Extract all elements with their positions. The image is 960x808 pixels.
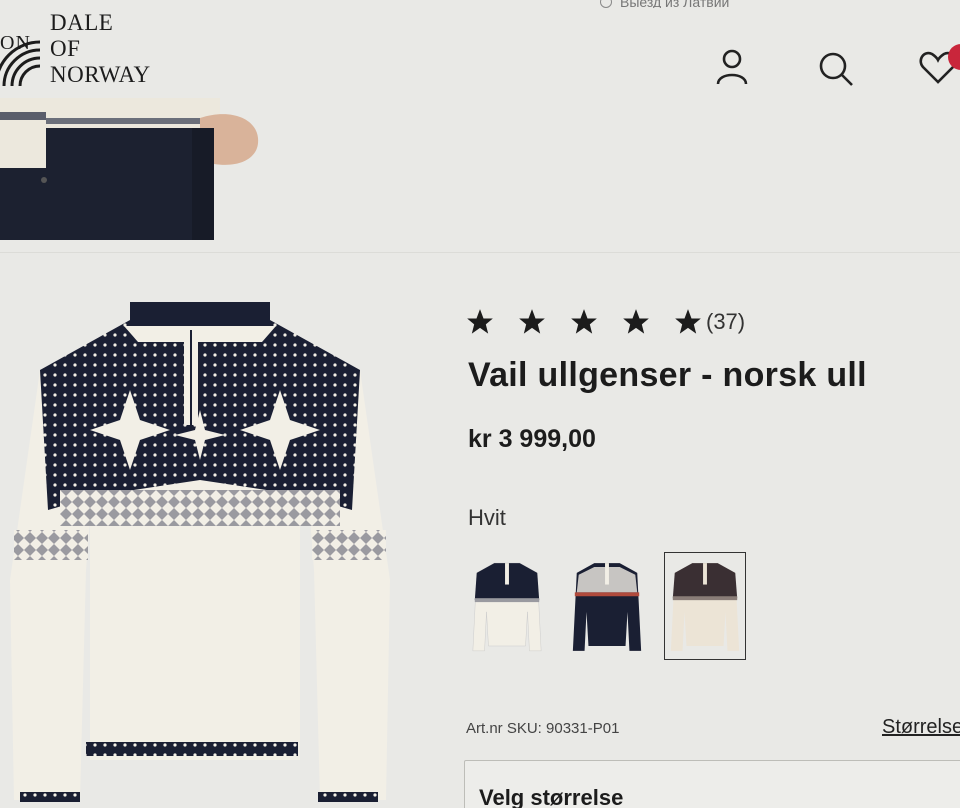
- product-rating[interactable]: (37): [466, 306, 745, 338]
- site-header: ON DALE OF NORWAY: [0, 0, 960, 98]
- star-icon: [675, 309, 701, 334]
- size-select-label: Velg størrelse: [479, 785, 624, 808]
- logo-mark[interactable]: [0, 12, 40, 86]
- product-sku: Art.nr SKU: 90331-P01: [466, 720, 620, 737]
- logo-line-2: OF: [50, 36, 81, 61]
- review-count[interactable]: (37): [706, 309, 745, 335]
- product-price: kr 3 999,00: [468, 425, 596, 453]
- selected-color-label: Hvit: [468, 505, 506, 530]
- size-guide-link[interactable]: Størrelse: [882, 716, 960, 739]
- star-icon: [571, 309, 597, 334]
- product-title: Vail ullgenser - norsk ull: [468, 356, 867, 394]
- logo-line-1: DALE: [50, 10, 114, 35]
- account-icon[interactable]: [712, 46, 752, 86]
- star-icon: [519, 309, 545, 334]
- gallery-image-previous[interactable]: [0, 98, 262, 240]
- swatch-white-brown[interactable]: [664, 552, 746, 660]
- star-icon: [623, 309, 649, 334]
- search-icon[interactable]: [816, 46, 856, 86]
- logo-line-3: NORWAY: [50, 62, 151, 87]
- section-divider: [0, 252, 960, 253]
- swatch-navy[interactable]: [566, 552, 648, 660]
- logo[interactable]: DALE OF NORWAY: [50, 10, 151, 88]
- size-select[interactable]: Velg størrelse: [464, 760, 960, 808]
- star-icon: [467, 309, 493, 334]
- swatch-white-navy[interactable]: [466, 552, 548, 660]
- product-main-image[interactable]: [0, 280, 400, 808]
